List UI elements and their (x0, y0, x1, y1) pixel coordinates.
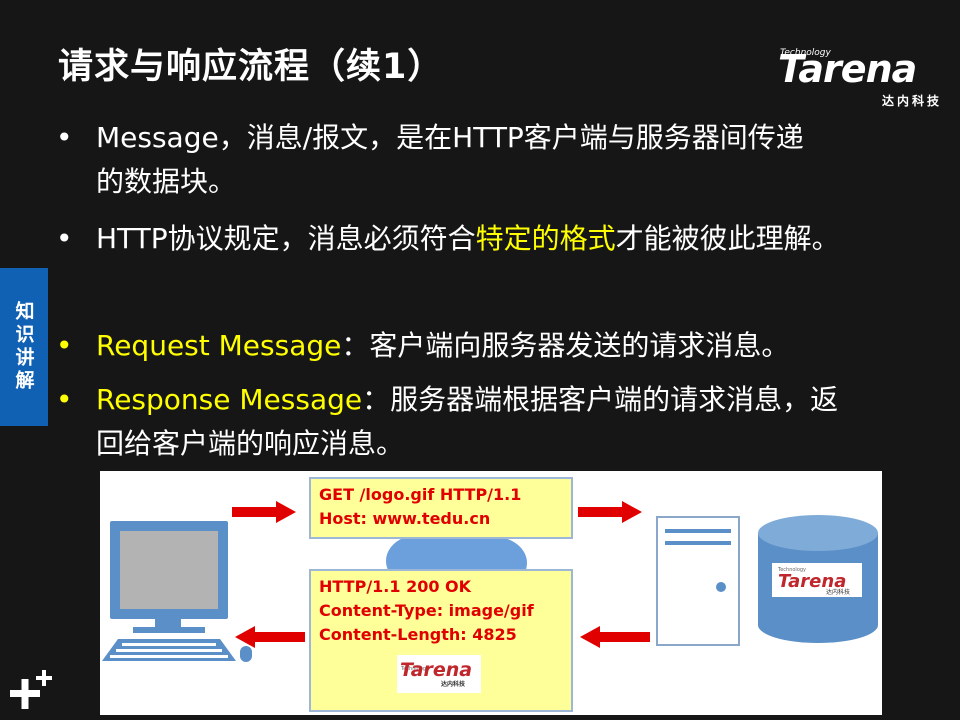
bullet-dot: • (56, 383, 73, 416)
response-logo-wordmark: Tarena (400, 659, 473, 681)
logo-wordmark: Tarena (778, 47, 917, 91)
bullet-dot: • (56, 121, 73, 154)
http-flow-diagram: Technology Tarena 达内科技 GET /logo.gif HTT… (100, 471, 882, 715)
server-icon (656, 516, 740, 646)
bullet-text-pre: HTTP协议规定，消息必须符合 (96, 222, 476, 255)
arrow-right-icon (578, 501, 642, 523)
arrow-left-icon (235, 626, 305, 648)
bullet-text: 回给客户端的响应消息。 (96, 427, 405, 460)
side-tab-label: 知识讲解 (12, 301, 35, 393)
status-line: HTTP/1.1 200 OK (319, 577, 472, 596)
bullet-text: Request Message：客户端向服务器发送的请求消息。 (96, 326, 789, 366)
bullet-highlight: Request Message (96, 329, 342, 362)
bullet-highlight: 特定的格式 (475, 222, 616, 255)
response-header: Content-Type: image/gif (319, 601, 534, 620)
response-logo-subtitle: 达内科技 (441, 681, 466, 688)
response-header: Content-Length: 4825 (319, 625, 517, 644)
bullet-text: HTTP协议规定，消息必须符合特定的格式才能被彼此理解。 (96, 219, 840, 259)
logo-subtitle: 达内科技 (881, 94, 942, 108)
side-tab: 知识讲解 (0, 268, 48, 426)
request-header: Host: www.tedu.cn (319, 509, 491, 528)
arrow-right-icon (232, 501, 296, 523)
response-message-box: HTTP/1.1 200 OK Content-Type: image/gif … (309, 569, 573, 712)
bullet-text: Response Message：服务器端根据客户端的请求消息，返 (96, 380, 838, 420)
bullet-dot: • (56, 329, 73, 362)
bullet-text: 的数据块。 (96, 165, 237, 198)
bullet-text-post: ：客户端向服务器发送的请求消息。 (341, 329, 790, 362)
computer-icon (102, 521, 252, 662)
database-icon: Technology Tarena 达内科技 (758, 515, 878, 643)
slide-title: 请求与响应流程（续1） (58, 47, 444, 87)
response-logo-image: Technology Tarena 达内科技 (397, 655, 481, 693)
bullet-dot: • (56, 222, 73, 255)
plus-icon (10, 670, 52, 709)
bullet-highlight: Response Message (96, 383, 363, 416)
tarena-logo: Technology Tarena 达内科技 (778, 22, 944, 108)
request-message-box: GET /logo.gif HTTP/1.1 Host: www.tedu.cn (309, 477, 573, 539)
bullet-text-post: ：服务器端根据客户端的请求消息，返 (362, 383, 839, 416)
db-logo-subtitle: 达内科技 (826, 588, 850, 596)
bullet-text-post: 才能被彼此理解。 (615, 222, 840, 255)
arrow-left-icon (580, 626, 650, 648)
bullet-text: Message，消息/报文，是在HTTP客户端与服务器间传递 (96, 121, 804, 154)
request-line: GET /logo.gif HTTP/1.1 (319, 485, 522, 504)
